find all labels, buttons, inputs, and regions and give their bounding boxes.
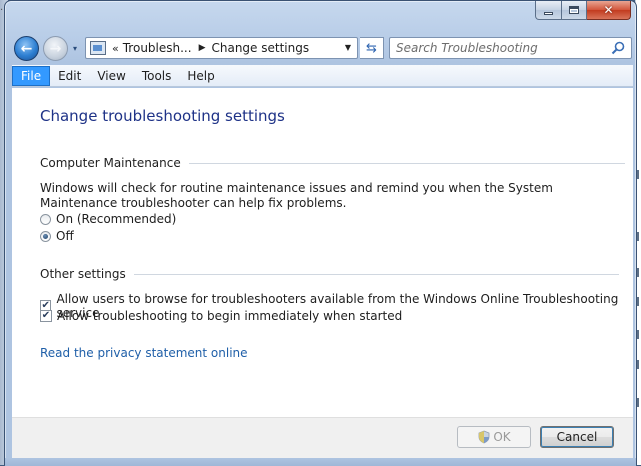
dialog-button-bar: OK Cancel — [12, 417, 633, 458]
computer-maintenance-header: Computer Maintenance — [40, 156, 625, 170]
search-placeholder: Search Troubleshooting — [396, 41, 538, 55]
maintenance-description: Windows will check for routine maintenan… — [40, 181, 553, 210]
menu-help[interactable]: Help — [179, 66, 222, 86]
background-mark — [637, 170, 641, 179]
background-mark — [637, 232, 641, 241]
caption-buttons: ✕ — [535, 1, 631, 20]
maximize-icon — [569, 6, 579, 14]
close-icon: ✕ — [603, 3, 614, 17]
radio-on-recommended[interactable]: On (Recommended) — [40, 212, 176, 226]
chevron-down-icon: ▾ — [72, 43, 77, 53]
group-divider — [133, 273, 619, 275]
breadcrumb-arrow-icon[interactable]: ▶ — [199, 43, 206, 53]
menu-bar: File Edit View Tools Help — [12, 65, 633, 87]
address-bar[interactable]: « Troublesh... ▶ Change settings ▼ — [85, 37, 358, 59]
radio-label[interactable]: On (Recommended) — [56, 212, 176, 226]
checkmark-icon: ✔ — [41, 310, 51, 321]
breadcrumb-troubleshooting[interactable]: Troublesh... — [123, 41, 192, 55]
group-header-label: Other settings — [40, 267, 126, 281]
recent-pages-button[interactable]: ▾ — [70, 41, 80, 55]
checkbox-begin-immediately[interactable]: ✔ Allow troubleshooting to begin immedia… — [40, 309, 402, 323]
background-mark — [637, 330, 641, 339]
close-button[interactable]: ✕ — [587, 1, 631, 20]
ok-button[interactable]: OK — [457, 426, 531, 448]
breadcrumb-overflow[interactable]: « — [112, 42, 119, 55]
explorer-window: ✕ ← → ▾ « Troublesh... ▶ Change settings… — [4, 0, 637, 466]
maximize-button[interactable] — [562, 1, 587, 20]
menu-tools[interactable]: Tools — [134, 66, 180, 86]
cancel-label: Cancel — [556, 430, 598, 444]
uac-shield-icon — [478, 430, 490, 444]
background-mark — [637, 360, 641, 369]
privacy-statement-link[interactable]: Read the privacy statement online — [40, 346, 248, 360]
background-mark — [637, 297, 641, 306]
search-input[interactable]: Search Troubleshooting — [389, 37, 632, 59]
forward-button[interactable]: → — [43, 36, 68, 61]
back-button[interactable]: ← — [14, 36, 39, 61]
background-mark — [637, 268, 641, 277]
page-title: Change troubleshooting settings — [40, 107, 285, 125]
menu-view[interactable]: View — [89, 66, 133, 86]
menu-edit[interactable]: Edit — [50, 66, 89, 86]
content-pane: Change troubleshooting settings Computer… — [12, 88, 633, 417]
minimize-icon — [544, 11, 553, 15]
checkbox-label[interactable]: Allow troubleshooting to begin immediate… — [57, 309, 402, 323]
ok-label: OK — [493, 430, 511, 444]
breadcrumb-change-settings[interactable]: Change settings — [211, 41, 309, 55]
address-dropdown-icon[interactable]: ▼ — [345, 43, 351, 52]
group-header-label: Computer Maintenance — [40, 156, 181, 170]
refresh-icon: ⇆ — [366, 40, 377, 56]
background-mark — [637, 398, 641, 407]
other-settings-header: Other settings — [40, 267, 619, 281]
radio-off[interactable]: Off — [40, 229, 74, 243]
minimize-button[interactable] — [535, 1, 562, 20]
forward-arrow-icon: → — [49, 40, 62, 57]
radio-label[interactable]: Off — [56, 229, 74, 243]
menu-file[interactable]: File — [12, 65, 51, 86]
cancel-button[interactable]: Cancel — [540, 426, 614, 448]
group-divider — [188, 162, 625, 164]
back-arrow-icon: ← — [20, 40, 33, 57]
checkbox[interactable]: ✔ — [40, 310, 52, 322]
radio-button[interactable] — [40, 230, 51, 242]
refresh-button[interactable]: ⇆ — [360, 37, 384, 59]
control-panel-icon — [90, 41, 106, 55]
search-icon[interactable] — [611, 41, 625, 55]
radio-button[interactable] — [40, 213, 51, 225]
